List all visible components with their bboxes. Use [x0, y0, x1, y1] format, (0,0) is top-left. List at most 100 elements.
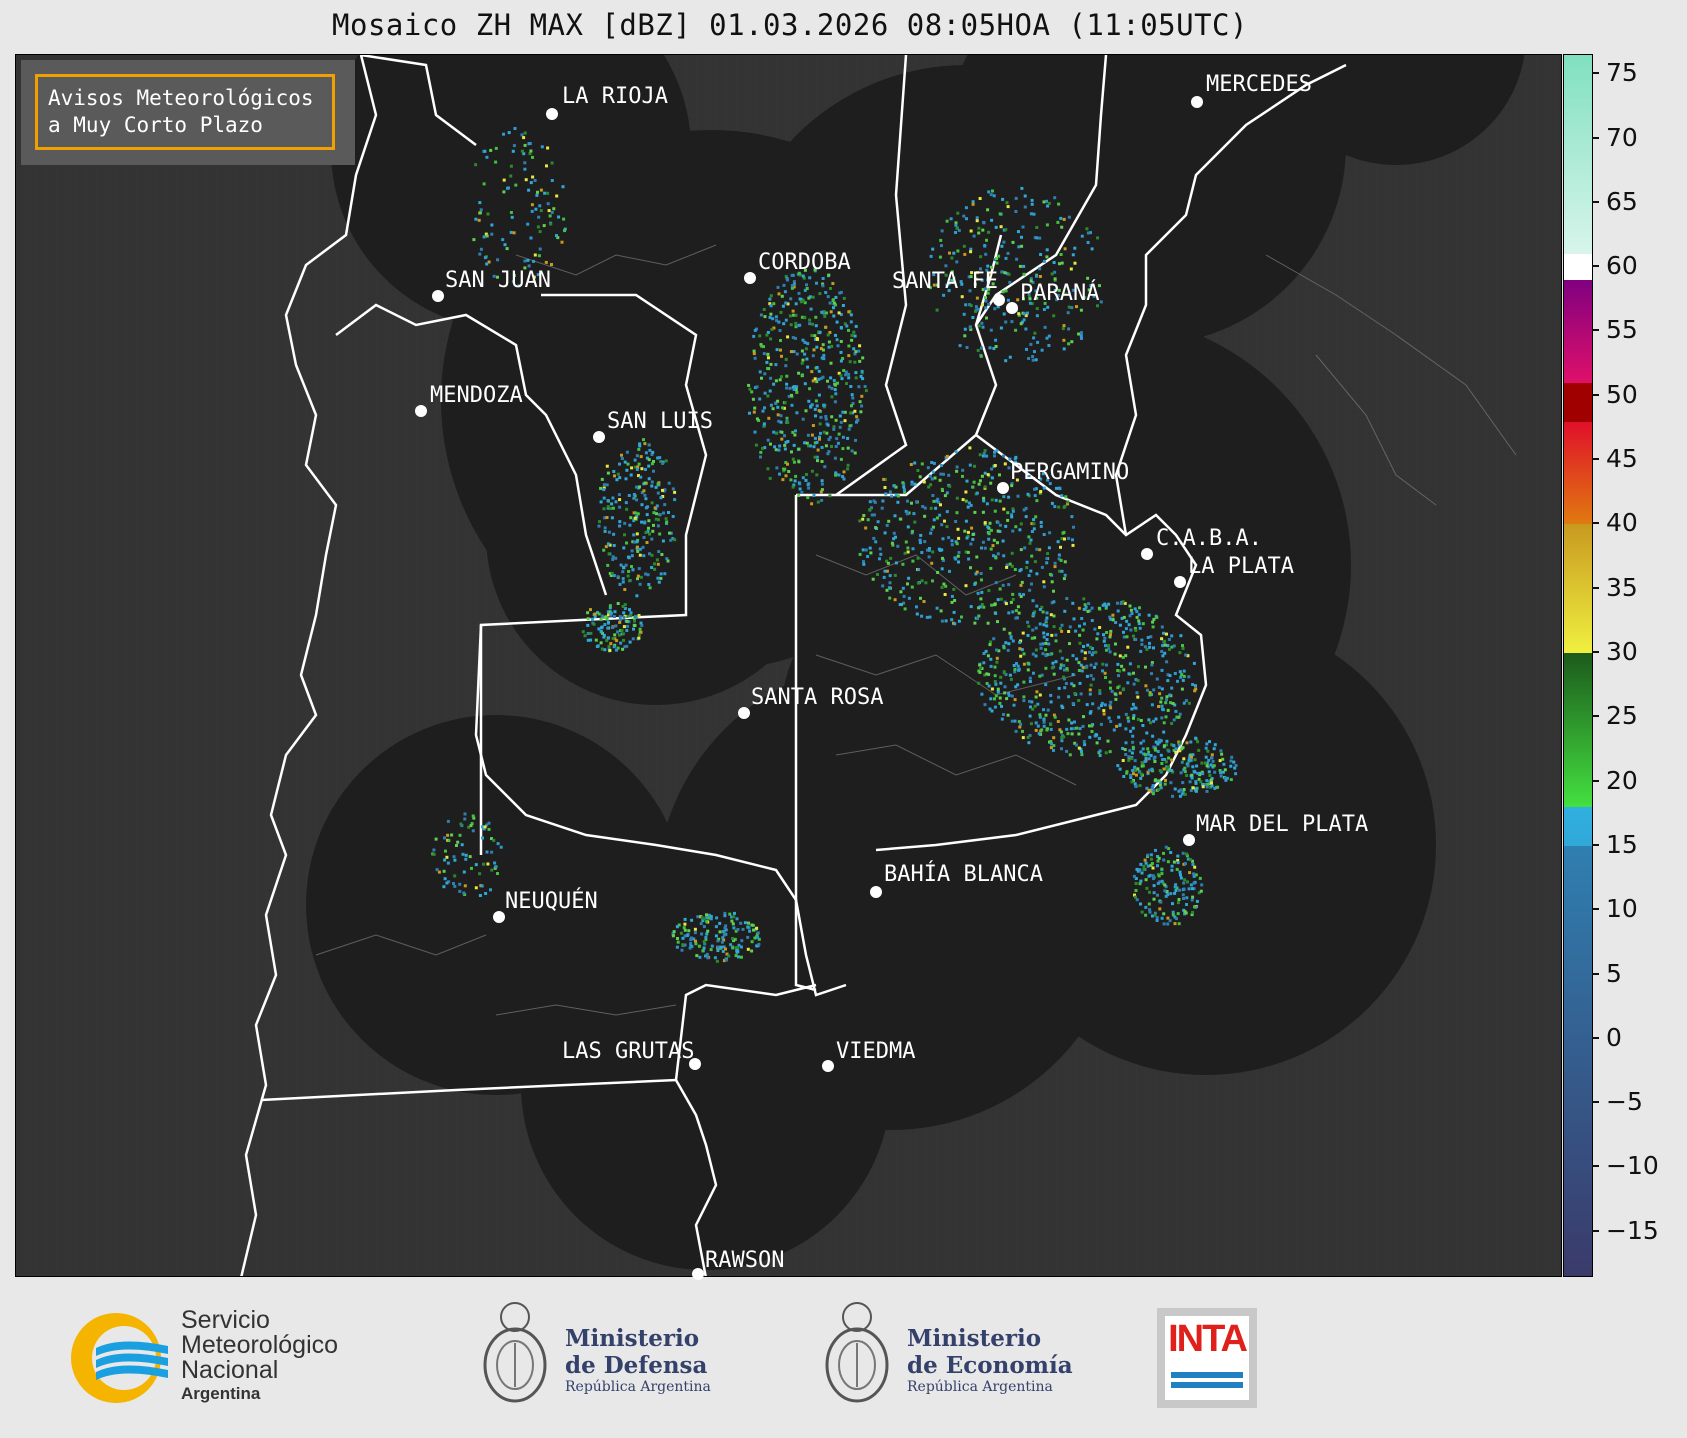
- echo-pixel: [1166, 679, 1170, 683]
- echo-pixel: [954, 520, 958, 523]
- echo-pixel: [1014, 210, 1018, 213]
- echo-pixel: [801, 358, 805, 362]
- echo-pixel: [886, 561, 890, 565]
- echo-pixel: [969, 250, 973, 254]
- echo-pixel: [1105, 663, 1108, 667]
- echo-pixel: [776, 399, 780, 403]
- echo-pixel: [1024, 327, 1028, 331]
- echo-pixel: [639, 455, 643, 459]
- echo-pixel: [938, 548, 942, 552]
- echo-pixel: [1166, 708, 1170, 712]
- echo-pixel: [1028, 588, 1032, 592]
- echo-pixel: [847, 376, 851, 380]
- echo-pixel: [748, 387, 752, 391]
- echo-pixel: [845, 382, 848, 385]
- echo-pixel: [1162, 767, 1166, 771]
- echo-pixel: [1102, 709, 1106, 713]
- echo-pixel: [1021, 729, 1024, 733]
- echo-pixel: [1174, 747, 1178, 751]
- echo-pixel: [1205, 789, 1209, 793]
- echo-pixel: [1048, 531, 1052, 535]
- echo-pixel: [638, 485, 641, 489]
- echo-pixel: [628, 608, 631, 612]
- echo-pixel: [507, 131, 511, 135]
- echo-pixel: [550, 161, 554, 165]
- footer-logos: Servicio Meteorológico Nacional Argentin…: [0, 1280, 1687, 1438]
- echo-pixel: [940, 567, 944, 571]
- echo-pixel: [542, 224, 546, 228]
- echo-pixel: [602, 548, 606, 552]
- echo-pixel: [447, 839, 451, 843]
- echo-pixel: [486, 212, 490, 216]
- echo-pixel: [1210, 784, 1214, 788]
- echo-pixel: [620, 457, 624, 460]
- echo-pixel: [958, 344, 962, 348]
- echo-pixel: [621, 632, 625, 636]
- echo-pixel: [777, 419, 781, 423]
- echo-pixel: [1131, 769, 1135, 772]
- echo-pixel: [1094, 662, 1098, 666]
- echo-pixel: [993, 680, 997, 683]
- echo-pixel: [837, 311, 841, 315]
- echo-pixel: [527, 264, 531, 268]
- radar-map[interactable]: [15, 54, 1562, 1277]
- echo-pixel: [635, 485, 638, 489]
- echo-pixel: [965, 346, 969, 349]
- echo-pixel: [1096, 632, 1100, 636]
- avisos-panel[interactable]: Avisos Meteorológicos a Muy Corto Plazo: [21, 60, 355, 165]
- echo-pixel: [784, 301, 788, 305]
- echo-pixel: [1165, 698, 1168, 702]
- echo-pixel: [837, 473, 841, 477]
- echo-pixel: [1195, 764, 1199, 768]
- echo-pixel: [1148, 768, 1151, 772]
- echo-pixel: [976, 348, 980, 352]
- echo-pixel: [1109, 617, 1113, 621]
- echo-pixel: [589, 608, 592, 612]
- echo-pixel: [618, 582, 622, 586]
- echo-pixel: [489, 148, 493, 152]
- echo-pixel: [642, 554, 646, 558]
- echo-pixel: [644, 468, 647, 471]
- echo-pixel: [1091, 651, 1095, 655]
- echo-pixel: [1102, 633, 1105, 637]
- echo-pixel: [695, 954, 699, 958]
- echo-pixel: [485, 155, 489, 159]
- echo-pixel: [766, 394, 770, 398]
- echo-pixel: [890, 541, 894, 545]
- echo-pixel: [1095, 637, 1099, 641]
- echo-pixel: [1142, 739, 1146, 743]
- echo-pixel: [1157, 874, 1161, 878]
- echo-pixel: [791, 457, 795, 461]
- echo-pixel: [1104, 751, 1108, 755]
- echo-pixel: [1056, 220, 1060, 224]
- echo-pixel: [1135, 773, 1138, 777]
- echo-pixel: [606, 542, 610, 546]
- echo-pixel: [853, 451, 857, 455]
- echo-pixel: [1057, 202, 1061, 206]
- echo-pixel: [797, 371, 801, 375]
- echo-pixel: [854, 350, 858, 354]
- echo-pixel: [783, 447, 787, 451]
- echo-pixel: [1136, 679, 1140, 683]
- echo-pixel: [1058, 262, 1061, 266]
- avisos-label[interactable]: Avisos Meteorológicos a Muy Corto Plazo: [35, 74, 335, 150]
- echo-pixel: [948, 251, 951, 255]
- colorbar-tick-label: 30: [1592, 637, 1638, 666]
- echo-pixel: [1017, 245, 1021, 249]
- echo-pixel: [830, 415, 834, 419]
- echo-pixel: [1067, 630, 1071, 633]
- echo-pixel: [1181, 746, 1185, 750]
- echo-pixel: [876, 520, 880, 524]
- echo-pixel: [546, 202, 550, 206]
- echo-pixel: [769, 312, 773, 316]
- echo-pixel: [942, 472, 945, 476]
- echo-pixel: [1004, 359, 1008, 363]
- echo-pixel: [1158, 692, 1162, 696]
- echo-pixel: [1154, 717, 1158, 721]
- echo-pixel: [1140, 643, 1144, 646]
- echo-pixel: [852, 347, 856, 351]
- echo-pixel: [1080, 336, 1083, 340]
- echo-pixel: [676, 940, 680, 944]
- echo-pixel: [989, 481, 993, 485]
- echo-pixel: [1062, 664, 1066, 668]
